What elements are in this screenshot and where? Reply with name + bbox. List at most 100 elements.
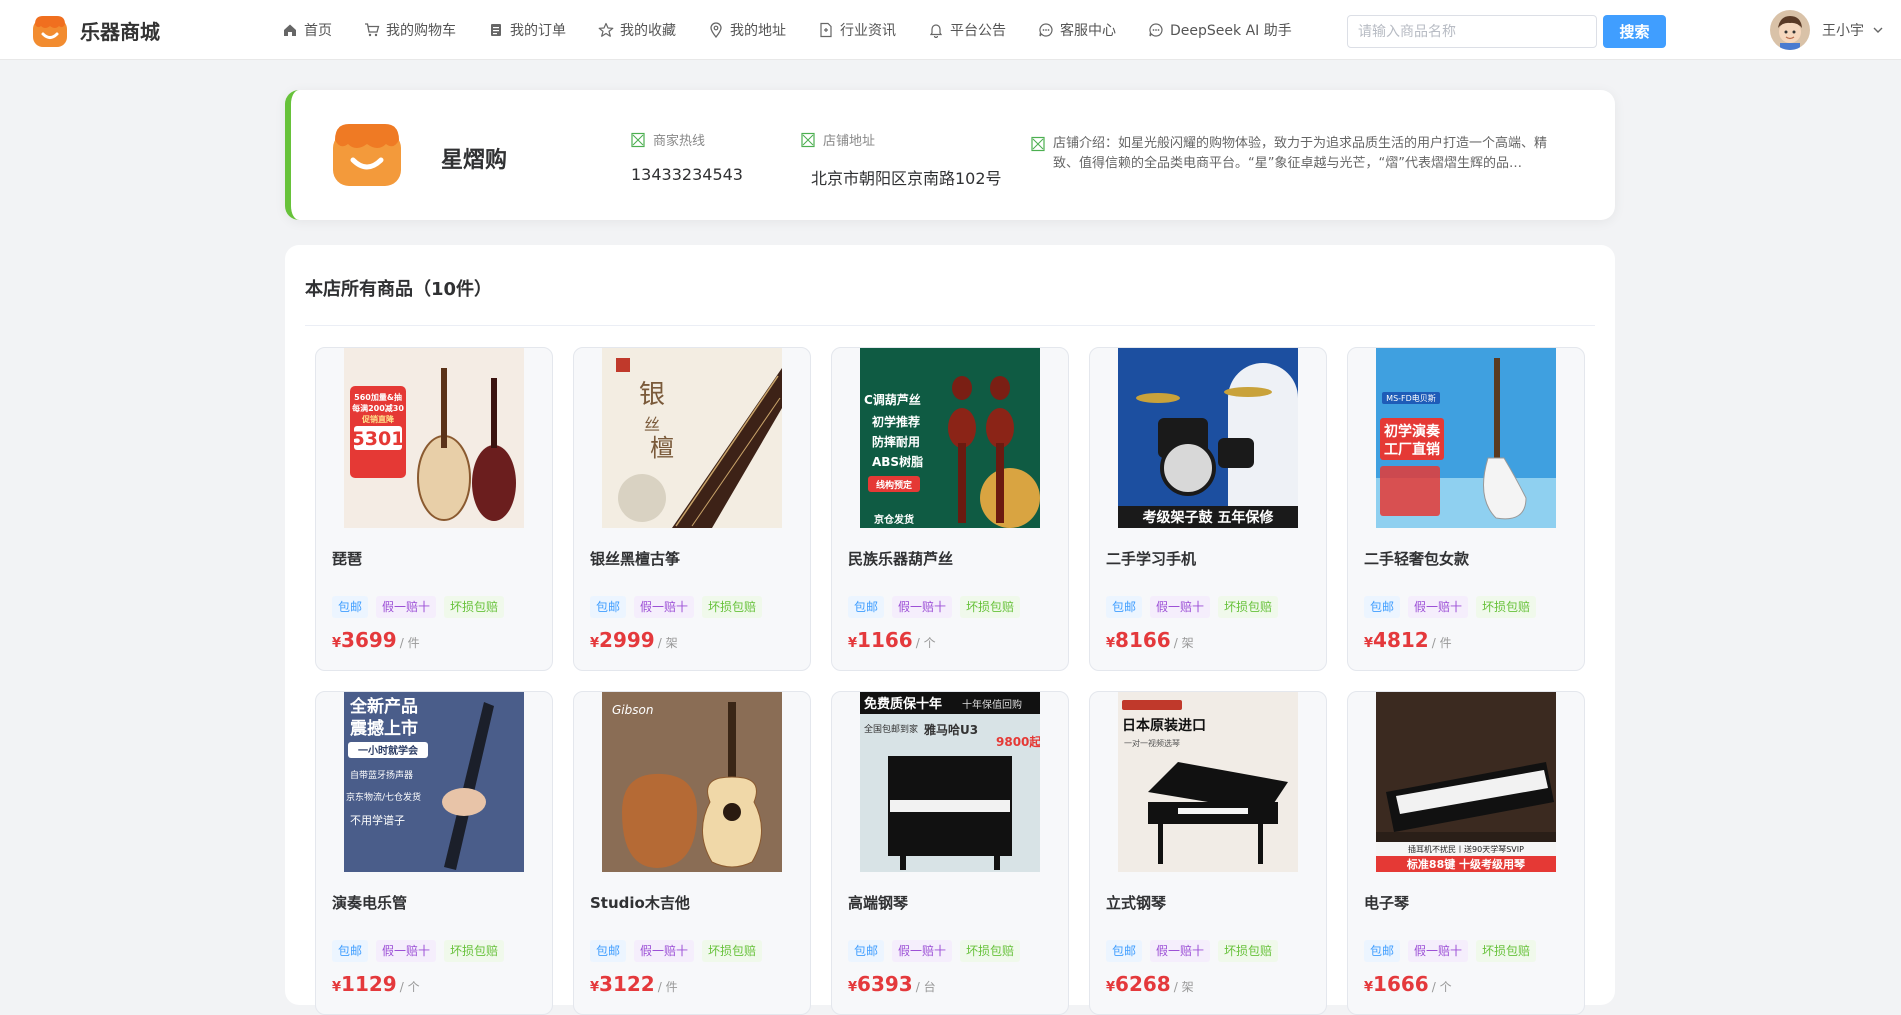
home-icon — [284, 24, 296, 36]
tag-damage-compensation: 坏损包赔 — [1218, 940, 1279, 962]
product-card[interactable]: 考级架子鼓 五年保修 二手学习手机 包邮 假一赔十 坏损包赔 ¥ 8166 / … — [1089, 347, 1327, 671]
image-caption: 京东物流/七仓发货 — [346, 791, 421, 803]
currency-symbol: ¥ — [1364, 636, 1374, 651]
product-name[interactable]: 民族乐器葫芦丝 — [848, 548, 953, 569]
price-value: 3122 — [599, 972, 655, 996]
product-card[interactable]: 免费质保十年 十年保值回购 全国包邮到家 雅马哈U3 9800起 高端钢琴 包邮… — [831, 691, 1069, 1015]
product-name[interactable]: 二手轻奢包女款 — [1364, 548, 1469, 569]
nav-item-label: 我的订单 — [510, 23, 566, 39]
product-price: ¥ 1666 / 个 — [1364, 972, 1452, 996]
nav-item-address[interactable]: 我的地址 — [708, 20, 786, 40]
brand-name: 乐器商城 — [80, 19, 160, 44]
image-caption: 免费质保十年 — [864, 696, 942, 712]
tag-damage-compensation: 坏损包赔 — [1476, 596, 1537, 618]
nav-item-label: 行业资讯 — [840, 23, 896, 39]
product-image[interactable]: 插耳机不扰民丨送90天学琴SVIP 标准88键 十级考级用琴 — [1376, 692, 1556, 872]
product-image[interactable]: 全新产品 震撼上市 一小时就学会 自带蓝牙扬声器 京东物流/七仓发货 不用学谱子 — [344, 692, 524, 872]
product-name[interactable]: 立式钢琴 — [1106, 892, 1166, 913]
chat-icon — [1149, 23, 1163, 37]
chevron-down-icon — [1873, 27, 1883, 33]
tag-damage-compensation: 坏损包赔 — [444, 940, 505, 962]
image-caption: 一对一视频选琴 — [1124, 738, 1180, 748]
product-image[interactable]: 银 丝 檀 — [602, 348, 782, 528]
currency-symbol: ¥ — [590, 980, 600, 995]
currency-symbol: ¥ — [332, 980, 342, 995]
product-card[interactable]: MS-FD电贝斯 初学演奏 工厂直销 二手轻奢包女款 包邮 假一赔十 坏损包赔 … — [1347, 347, 1585, 671]
search-button[interactable]: 搜索 — [1603, 15, 1666, 48]
nav-item-favorites[interactable]: 我的收藏 — [598, 20, 676, 40]
product-card[interactable]: C调葫芦丝 初学推荐 防摔耐用 ABS树脂 线构预定 京仓发货 民族乐器葫芦丝 … — [831, 347, 1069, 671]
product-name[interactable]: 演奏电乐管 — [332, 892, 407, 913]
product-card[interactable]: 插耳机不扰民丨送90天学琴SVIP 标准88键 十级考级用琴 电子琴 包邮 假一… — [1347, 691, 1585, 1015]
image-caption: 9800起 — [996, 734, 1040, 749]
store-logo-icon — [333, 124, 401, 186]
tag-authentic-guarantee: 假一赔十 — [1150, 940, 1211, 962]
product-name[interactable]: 银丝黑檀古筝 — [590, 548, 680, 569]
nav-item-news[interactable]: 行业资讯 — [818, 20, 896, 40]
nav-item-label: 我的收藏 — [620, 23, 676, 39]
price-value: 1666 — [1373, 972, 1429, 996]
hotline-label: 商家热线 — [653, 134, 706, 149]
image-caption: 不用学谱子 — [350, 813, 405, 827]
product-tags: 包邮 假一赔十 坏损包赔 — [848, 940, 1028, 962]
image-caption: 京仓发货 — [874, 513, 914, 526]
image-caption: 日本原装进口 — [1122, 717, 1206, 734]
product-card[interactable]: Gibson Studio木吉他 包邮 假一赔十 坏损包赔 ¥ 3122 / 件 — [573, 691, 811, 1015]
product-image[interactable]: Gibson — [602, 692, 782, 872]
product-name[interactable]: Studio木吉他 — [590, 892, 690, 913]
product-name[interactable]: 电子琴 — [1364, 892, 1409, 913]
broken-image-icon — [801, 132, 815, 147]
product-card[interactable]: 全新产品 震撼上市 一小时就学会 自带蓝牙扬声器 京东物流/七仓发货 不用学谱子… — [315, 691, 553, 1015]
nav-item-ai-assistant[interactable]: DeepSeek AI 助手 — [1148, 20, 1292, 40]
image-caption: 每满200减30 — [352, 403, 404, 413]
tag-authentic-guarantee: 假一赔十 — [892, 940, 953, 962]
store-hotline: 商家热线 13433234543 — [631, 130, 743, 184]
nav-item-label: 首页 — [304, 23, 332, 39]
nav-item-orders[interactable]: 我的订单 — [488, 20, 566, 40]
product-name[interactable]: 琵琶 — [332, 548, 362, 569]
price-unit: / 架 — [1173, 980, 1194, 994]
tag-damage-compensation: 坏损包赔 — [960, 940, 1021, 962]
product-name[interactable]: 高端钢琴 — [848, 892, 908, 913]
product-card[interactable]: 日本原装进口 一对一视频选琴 立式钢琴 包邮 假一赔十 坏损包赔 ¥ 6268 … — [1089, 691, 1327, 1015]
product-image[interactable]: C调葫芦丝 初学推荐 防摔耐用 ABS树脂 线构预定 京仓发货 — [860, 348, 1040, 528]
currency-symbol: ¥ — [1106, 636, 1116, 651]
brand[interactable]: 乐器商城 — [30, 10, 160, 50]
image-caption: 十年保值回购 — [962, 698, 1022, 711]
nav-item-service[interactable]: 客服中心 — [1038, 20, 1116, 40]
tag-damage-compensation: 坏损包赔 — [702, 940, 763, 962]
product-card[interactable]: 银 丝 檀 银丝黑檀古筝 包邮 假一赔十 坏损包赔 ¥ 2999 / 架 — [573, 347, 811, 671]
price-unit: / 台 — [915, 980, 936, 994]
currency-symbol: ¥ — [332, 636, 342, 651]
image-caption: 丝 — [644, 415, 660, 434]
product-price: ¥ 6393 / 台 — [848, 972, 936, 996]
product-image[interactable]: 考级架子鼓 五年保修 — [1118, 348, 1298, 528]
product-card[interactable]: 560加量&抽 每满200减30 促销直降 5301 琵琶 包邮 假一赔十 坏损… — [315, 347, 553, 671]
currency-symbol: ¥ — [590, 636, 600, 651]
product-image[interactable]: 日本原装进口 一对一视频选琴 — [1118, 692, 1298, 872]
nav-item-label: DeepSeek AI 助手 — [1170, 23, 1292, 39]
product-image[interactable]: MS-FD电贝斯 初学演奏 工厂直销 — [1376, 348, 1556, 528]
product-image[interactable]: 免费质保十年 十年保值回购 全国包邮到家 雅马哈U3 9800起 — [860, 692, 1040, 872]
search-input[interactable] — [1347, 15, 1597, 48]
nav-item-cart[interactable]: 我的购物车 — [364, 20, 456, 40]
tag-free-shipping: 包邮 — [332, 940, 369, 962]
image-caption: 银 — [639, 380, 665, 410]
product-image[interactable]: 560加量&抽 每满200减30 促销直降 5301 — [344, 348, 524, 528]
nav-item-label: 我的地址 — [730, 23, 786, 39]
tag-damage-compensation: 坏损包赔 — [444, 596, 505, 618]
tag-damage-compensation: 坏损包赔 — [1218, 596, 1279, 618]
image-caption: 全国包邮到家 — [864, 723, 918, 735]
price-value: 6393 — [857, 972, 913, 996]
nav-item-announcements[interactable]: 平台公告 — [928, 20, 1006, 40]
price-unit: / 个 — [399, 980, 420, 994]
tag-damage-compensation: 坏损包赔 — [960, 596, 1021, 618]
tag-free-shipping: 包邮 — [1106, 940, 1143, 962]
image-caption: Gibson — [612, 703, 653, 717]
tag-free-shipping: 包邮 — [1106, 596, 1143, 618]
nav-item-home[interactable]: 首页 — [282, 20, 332, 40]
product-name[interactable]: 二手学习手机 — [1106, 548, 1196, 569]
image-caption: 震撼上市 — [349, 718, 418, 739]
user-menu[interactable]: 王小宇 — [1770, 10, 1884, 50]
product-price: ¥ 1166 / 个 — [848, 628, 936, 652]
